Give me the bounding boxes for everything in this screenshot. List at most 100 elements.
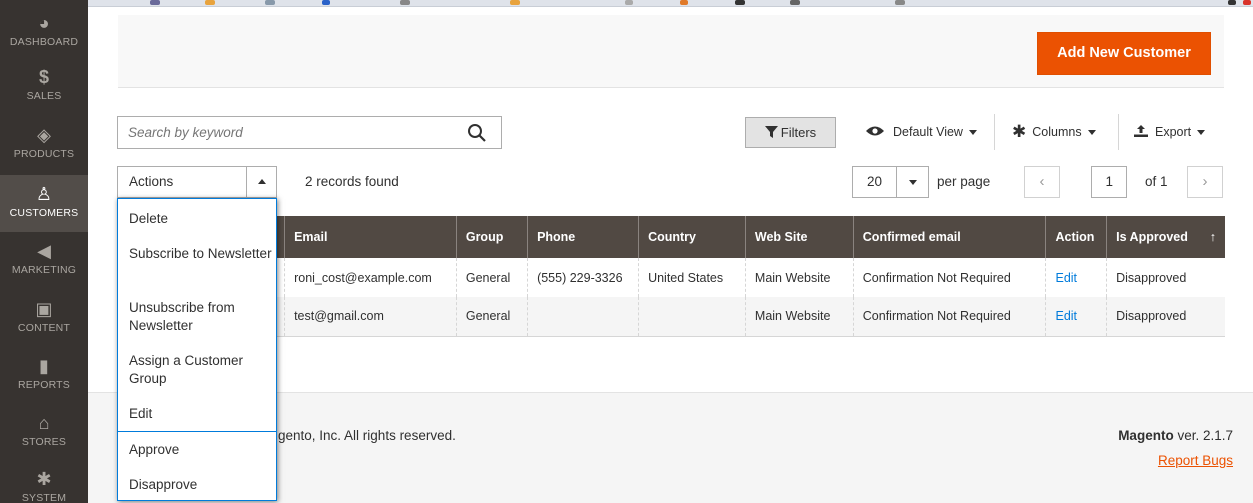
nav-label: SYSTEM	[21, 492, 67, 503]
cell-phone: (555) 229-3326	[527, 258, 639, 297]
bar-chart-icon: ▮	[39, 356, 49, 376]
menu-item-subscribe[interactable]: Subscribe to Newsletter	[118, 245, 276, 263]
cell-email: test@gmail.com	[284, 297, 457, 337]
toolbar-divider	[1118, 114, 1119, 150]
menu-item-disapprove[interactable]: Disapprove	[118, 476, 276, 494]
cell-action: Edit	[1045, 258, 1107, 297]
customers-grid: Email Group Phone Country Web Site Confi…	[117, 216, 1225, 337]
mass-actions-select[interactable]: Actions	[117, 166, 277, 198]
bookmark-icon	[1243, 0, 1251, 5]
menu-item-edit[interactable]: Edit	[118, 405, 276, 423]
cell-website: Main Website	[744, 258, 854, 297]
toolbar-divider	[994, 114, 995, 150]
bookmark-icon	[790, 0, 800, 5]
table-row[interactable]: stello roni_cost@example.com General (55…	[117, 258, 1225, 297]
gear-icon: ✱	[36, 469, 52, 489]
nav-marketing[interactable]: ◀ MARKETING	[0, 240, 88, 296]
bookmark-icon	[150, 0, 160, 5]
chevron-down-icon	[1087, 130, 1096, 136]
nav-content[interactable]: ▣ CONTENT	[0, 298, 88, 354]
bookmark-icon	[735, 0, 745, 5]
records-found: 2 records found	[305, 174, 399, 189]
nav-label: SALES	[26, 90, 62, 102]
nav-sales[interactable]: $ SALES	[0, 66, 88, 122]
actions-dropdown-menu: Delete Subscribe to Newsletter Unsubscri…	[117, 198, 277, 501]
cell-country: United States	[638, 258, 746, 297]
columns-label: Columns	[1032, 125, 1082, 139]
columns-dropdown[interactable]: ✱ Columns	[1012, 120, 1096, 144]
table-row[interactable]: test@gmail.com General Main Website Conf…	[117, 297, 1225, 337]
default-view-label: Default View	[893, 125, 963, 139]
per-page-label: per page	[937, 174, 991, 189]
cell-country	[638, 297, 746, 337]
browser-bookmark-strip	[0, 0, 1253, 7]
nav-label: DASHBOARD	[9, 36, 79, 48]
nav-stores[interactable]: ⌂ STORES	[0, 412, 88, 468]
edit-link[interactable]: Edit	[1055, 271, 1077, 285]
nav-dashboard[interactable]: ◕ DASHBOARD	[0, 12, 88, 62]
column-header-is-approved[interactable]: Is Approved ↑	[1106, 216, 1225, 258]
chevron-down-icon	[896, 167, 928, 197]
cell-group: General	[455, 297, 528, 337]
cell-website: Main Website	[744, 297, 854, 337]
admin-sidebar: ◕ DASHBOARD $ SALES ◈ PRODUCTS ♙ CUSTOME…	[0, 0, 88, 503]
previous-page-button[interactable]: ‹	[1024, 166, 1060, 198]
nav-products[interactable]: ◈ PRODUCTS	[0, 124, 88, 180]
nav-reports[interactable]: ▮ REPORTS	[0, 355, 88, 411]
search-box	[117, 116, 502, 149]
bookmark-icon	[895, 0, 905, 5]
bookmark-icon	[322, 0, 330, 5]
store-icon: ⌂	[38, 413, 50, 433]
column-header-website[interactable]: Web Site	[744, 216, 854, 258]
cell-confirmed-email: Confirmation Not Required	[852, 258, 1046, 297]
upload-icon	[1134, 125, 1148, 137]
search-icon[interactable]	[467, 123, 487, 143]
column-header-country[interactable]: Country	[638, 216, 746, 258]
version-text: ver. 2.1.7	[1177, 428, 1233, 443]
nav-label: MARKETING	[11, 264, 77, 276]
current-page-input[interactable]: 1	[1091, 166, 1127, 198]
menu-item-delete[interactable]: Delete	[118, 210, 276, 228]
nav-label: CUSTOMERS	[9, 207, 79, 219]
person-icon: ♙	[35, 184, 53, 204]
default-view-dropdown[interactable]: Default View	[865, 120, 977, 144]
nav-label: CONTENT	[17, 322, 71, 334]
next-page-button[interactable]: ›	[1187, 166, 1223, 198]
bookmark-icon	[400, 0, 410, 5]
funnel-icon	[764, 126, 778, 138]
cell-is-approved: Disapproved	[1106, 297, 1225, 337]
cell-email: roni_cost@example.com	[284, 258, 457, 297]
total-pages: of 1	[1145, 174, 1168, 189]
export-dropdown[interactable]: Export	[1134, 120, 1206, 144]
per-page-select[interactable]: 20	[852, 166, 929, 198]
menu-item-unsubscribe[interactable]: Unsubscribe from Newsletter	[118, 299, 276, 335]
column-header-action: Action	[1045, 216, 1107, 258]
gear-icon: ✱	[1012, 122, 1027, 141]
report-bugs-link[interactable]: Report Bugs	[1158, 453, 1233, 468]
per-page-value: 20	[867, 174, 883, 189]
bookmark-icon	[625, 0, 633, 5]
menu-item-assign-group[interactable]: Assign a Customer Group	[118, 352, 276, 388]
bookmark-icon	[265, 0, 275, 5]
search-input[interactable]	[118, 117, 448, 148]
nav-label: REPORTS	[18, 379, 70, 391]
column-header-email[interactable]: Email	[284, 216, 457, 258]
nav-customers[interactable]: ♙ CUSTOMERS	[0, 175, 88, 232]
add-new-customer-button[interactable]: Add New Customer	[1037, 32, 1211, 75]
edit-link[interactable]: Edit	[1055, 309, 1077, 323]
copyright-text: gento, Inc. All rights reserved.	[278, 428, 456, 443]
dollar-icon: $	[38, 67, 49, 87]
column-header-confirmed-email[interactable]: Confirmed email	[852, 216, 1046, 258]
cube-icon: ◈	[37, 125, 51, 145]
layout-icon: ▣	[35, 299, 53, 319]
chevron-down-icon	[968, 130, 977, 136]
nav-label: PRODUCTS	[13, 148, 75, 160]
column-header-group[interactable]: Group	[455, 216, 528, 258]
cell-group: General	[455, 258, 528, 297]
column-header-phone[interactable]: Phone	[527, 216, 639, 258]
nav-system[interactable]: ✱ SYSTEM	[0, 468, 88, 503]
actions-label: Actions	[129, 174, 174, 189]
cell-confirmed-email: Confirmation Not Required	[852, 297, 1046, 337]
menu-item-approve[interactable]: Approve	[118, 441, 276, 459]
filters-button[interactable]: Filters	[745, 117, 836, 148]
